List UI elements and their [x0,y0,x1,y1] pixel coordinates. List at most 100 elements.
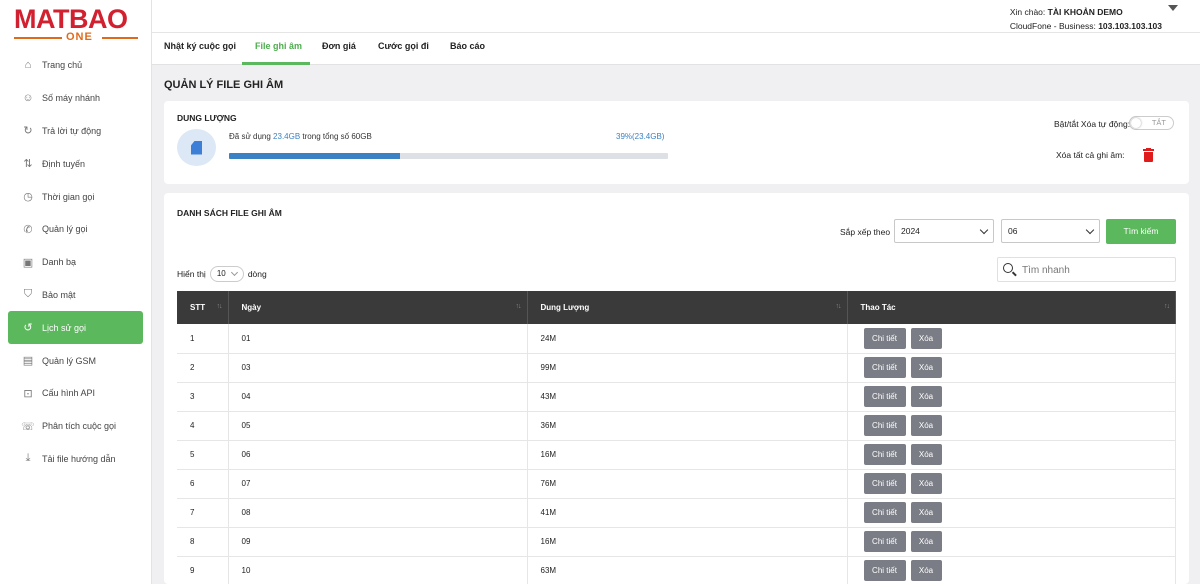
chevron-down-icon [230,268,238,277]
quick-search[interactable] [997,257,1176,282]
delete-button[interactable]: Xóa [910,531,942,552]
sidebar-item-11[interactable]: ☏ Phân tích cuộc gọi [8,410,143,443]
month-select[interactable]: 06 [1001,219,1100,243]
search-button[interactable]: Tìm kiếm [1106,219,1176,244]
sd-card-icon [177,129,216,166]
sim-icon: ▤ [22,355,34,368]
col-stt-label: STT [190,303,206,312]
sidebar-item-9[interactable]: ▤ Quản lý GSM [8,344,143,377]
tab-recordings[interactable]: File ghi âm [242,33,310,65]
year-value: 2024 [901,226,920,236]
sidebar-item-5[interactable]: ✆ Quản lý gọi [8,213,143,246]
cell-actions: Chi tiết Xóa [847,411,1176,441]
page-size-value: 10 [216,269,226,278]
col-actions-label: Thao Tác [860,303,896,312]
recordings-table: STT ↑↓ Ngày ↑↓ Dung Lượng ↑↓ Thao Tác ↑↓ 1 01… [177,291,1176,584]
cell-day: 08 [228,498,528,528]
sidebar-item-label: Tải file hướng dẫn [42,453,116,464]
quick-search-input[interactable] [1022,262,1172,278]
cell-size: 76M [527,469,848,499]
page-size-select[interactable]: 10 [209,266,244,282]
table-row: 4 05 36M Chi tiết Xóa [177,411,1176,441]
detail-button[interactable]: Chi tiết [863,473,906,494]
account-name: TÀI KHOẢN DEMO [1047,7,1123,17]
page-title: QUẢN LÝ FILE GHI ÂM [164,79,284,91]
page-size-control: Hiển thị 10 dòng [177,266,267,282]
sort-label: Sắp xếp theo [840,227,891,237]
sidebar-item-10[interactable]: ⊡ Cấu hình API [8,377,143,410]
delete-button[interactable]: Xóa [910,357,942,378]
cell-stt: 8 [177,527,229,557]
trash-icon[interactable] [1143,148,1154,162]
tab-unit-price[interactable]: Đơn giá [322,33,356,65]
detail-button[interactable]: Chi tiết [863,327,906,349]
delete-button[interactable]: Xóa [910,386,942,407]
detail-button[interactable]: Chi tiết [863,357,906,378]
cell-size: 16M [527,440,848,470]
sidebar-item-7[interactable]: ⛉ Bảo mật [8,279,143,312]
delete-button[interactable]: Xóa [910,327,942,349]
sidebar-item-label: Trang chủ [42,60,83,71]
tab-reports[interactable]: Báo cáo [450,33,485,65]
detail-button[interactable]: Chi tiết [863,386,906,407]
delete-button[interactable]: Xóa [910,415,942,436]
col-day-label: Ngày [241,303,262,312]
col-header-size[interactable]: Dung Lượng ↑↓ [527,291,848,324]
sidebar-item-2[interactable]: ↻ Trả lời tự động [8,115,143,148]
cell-size: 41M [527,498,848,528]
cell-actions: Chi tiết Xóa [847,498,1176,528]
sidebar-item-label: Quản lý GSM [42,355,97,366]
logo-divider-left [14,37,62,39]
cell-size: 63M [527,556,848,584]
sidebar-item-6[interactable]: ▣ Danh bạ [8,246,143,279]
tab-call-log[interactable]: Nhật ký cuộc gọi [164,33,236,65]
show-prefix: Hiển thị [177,269,206,279]
home-icon: ⌂ [24,59,32,72]
search-icon [1003,263,1013,273]
detail-button[interactable]: Chi tiết [863,560,906,581]
sidebar-item-8[interactable]: ↺ Lịch sử gọi [8,311,143,345]
col-header-day[interactable]: Ngày ↑↓ [228,291,528,324]
toggle-state-text: TẮT [1151,118,1166,127]
sidebar-item-label: Cấu hình API [42,388,96,399]
detail-button[interactable]: Chi tiết [863,531,906,552]
detail-button[interactable]: Chi tiết [863,415,906,436]
delete-button[interactable]: Xóa [910,444,942,465]
account-dropdown-icon[interactable] [1168,5,1178,11]
sidebar-item-0[interactable]: ⌂ Trang chủ [8,49,143,82]
col-header-stt[interactable]: STT ↑↓ [177,291,229,324]
cell-day: 06 [228,440,528,470]
sidebar-item-12[interactable]: ⤓ Tải file hướng dẫn [8,443,143,476]
delete-button[interactable]: Xóa [910,473,942,494]
cell-size: 16M [527,527,848,557]
table-row: 2 03 99M Chi tiết Xóa [177,353,1176,383]
tab-outgoing-fees[interactable]: Cước gọi đi [378,33,429,65]
shield-icon: ⛉ [23,288,33,301]
cell-stt: 2 [177,353,229,383]
sort-icon: ↑↓ [1164,303,1170,310]
sidebar: MATBAO ONE ⌂ Trang chủ ☺ Số máy nhánh ↻ Trả l… [0,0,152,584]
phone-icon: ✆ [23,223,33,236]
detail-button[interactable]: Chi tiết [863,502,906,523]
extension-users-icon: ☺ [22,92,34,105]
delete-button[interactable]: Xóa [910,502,942,523]
delete-button[interactable]: Xóa [910,560,942,581]
sidebar-item-1[interactable]: ☺ Số máy nhánh [8,82,143,115]
detail-button[interactable]: Chi tiết [863,444,906,465]
recordings-list-card: DANH SÁCH FILE GHI ÂM Sắp xếp theo 2024 … [164,193,1189,584]
show-suffix: dòng [247,269,267,279]
chevron-down-icon [979,225,989,235]
auto-delete-toggle[interactable]: TẮT [1129,116,1174,130]
table-row: 7 08 41M Chi tiết Xóa [177,498,1176,528]
download-icon: ⤓ [25,452,31,465]
matbao-one-logo[interactable]: MATBAO ONE [14,4,138,44]
sidebar-item-label: Danh bạ [42,257,77,268]
cell-day: 03 [228,353,528,383]
account-info[interactable]: Xin chào: TÀI KHOẢN DEMO CloudFone - Bus… [1010,5,1162,33]
brand-name: MATBAO [14,4,128,34]
col-header-actions[interactable]: Thao Tác ↑↓ [847,291,1176,324]
year-select[interactable]: 2024 [894,219,994,243]
sidebar-item-3[interactable]: ⇅ Định tuyến [8,147,143,180]
sidebar-item-4[interactable]: ◷ Thời gian gọi [8,180,143,213]
cell-size: 36M [527,411,848,441]
